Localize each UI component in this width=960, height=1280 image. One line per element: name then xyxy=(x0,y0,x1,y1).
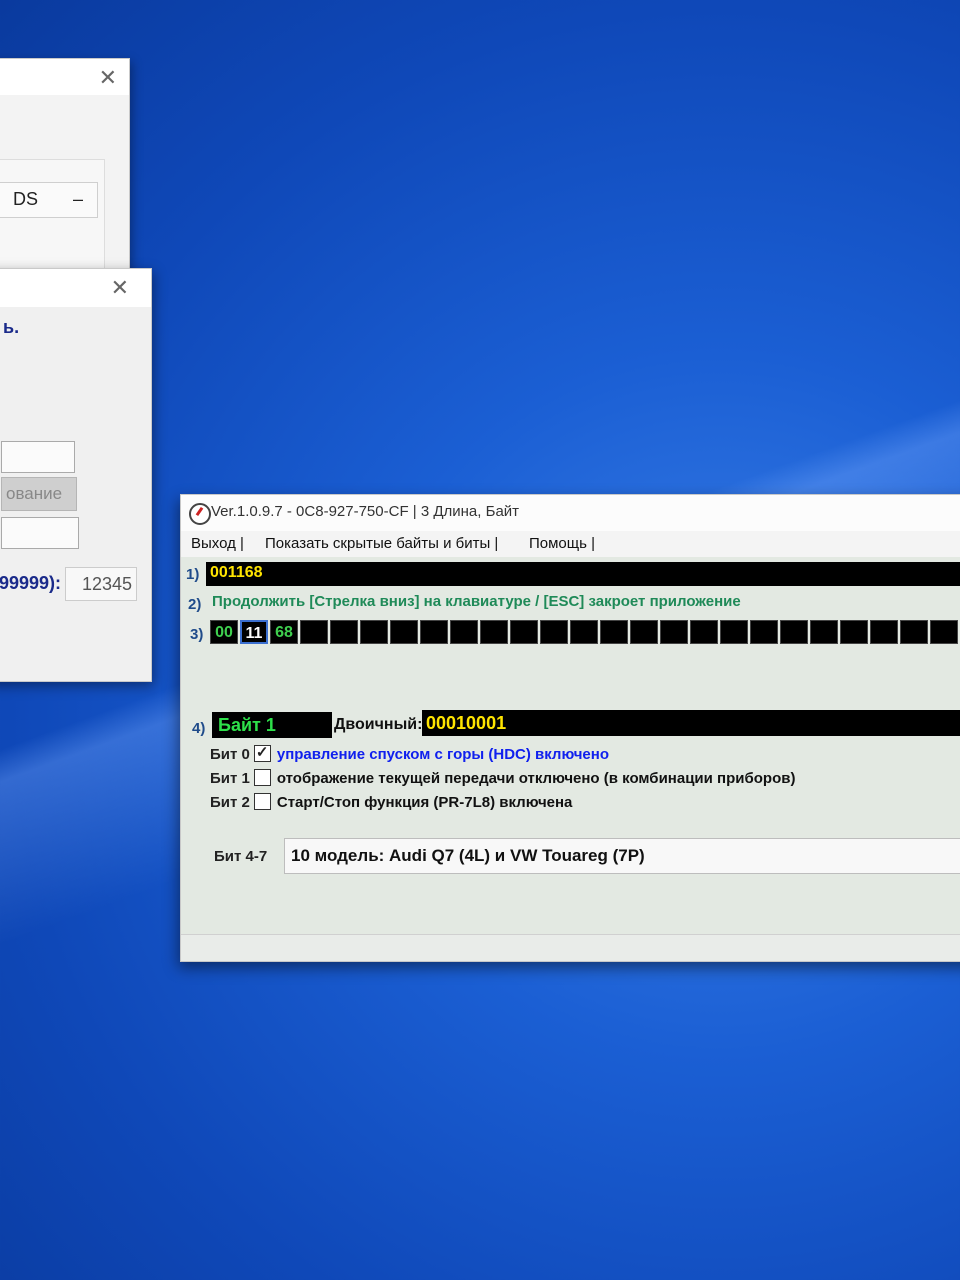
background-window-top-panel: DS – xyxy=(0,159,105,281)
byte-cell[interactable]: 00 xyxy=(210,620,238,644)
bit-4-7-select[interactable]: 10 модель: Audi Q7 (4L) и VW Touareg (7P… xyxy=(284,838,960,874)
byte-cell[interactable] xyxy=(630,620,658,644)
bit-0-checkbox[interactable] xyxy=(253,743,271,762)
byte-cell[interactable] xyxy=(930,620,958,644)
background-window-middle-titlebar: ✕ xyxy=(0,269,151,307)
bit-2-label: Бит 2 xyxy=(210,794,250,811)
range-label: 99999): xyxy=(0,573,62,593)
close-icon[interactable]: ✕ xyxy=(111,275,129,301)
bit-0-description: управление спуском с горы (HDC) включено xyxy=(276,746,609,763)
bit-2-row: Бит 2 Старт/Стоп функция (PR-7L8) включен… xyxy=(210,792,573,812)
byte-cell[interactable] xyxy=(540,620,568,644)
byte-cell[interactable] xyxy=(750,620,778,644)
background-window-middle-text: ь. xyxy=(3,317,20,337)
byte-cell[interactable] xyxy=(840,620,868,644)
main-titlebar: Ver.1.0.9.7 - 0C8-927-750-CF | 3 Длина, … xyxy=(181,495,960,531)
byte-cell[interactable] xyxy=(810,620,838,644)
row-4-number: 4) xyxy=(192,720,206,737)
window-title: Ver.1.0.9.7 - 0C8-927-750-CF | 3 Длина, … xyxy=(211,503,520,520)
background-window-top-title: ) xyxy=(0,69,1,90)
bit-4-7-value: 10 модель: Audi Q7 (4L) и VW Touareg (7P… xyxy=(291,846,645,865)
menu-exit[interactable]: Выход | xyxy=(191,535,244,552)
row-2-number: 2) xyxy=(188,596,202,613)
byte-cell[interactable] xyxy=(870,620,898,644)
background-window-top-dropdown[interactable]: DS – xyxy=(0,182,98,218)
bit-2-description: Старт/Стоп функция (PR-7L8) включена xyxy=(276,794,573,811)
bit-1-checkbox[interactable] xyxy=(253,768,271,786)
byte-cell[interactable] xyxy=(660,620,688,644)
byte-cells: 00 11 68 xyxy=(210,620,958,648)
byte-cell[interactable] xyxy=(480,620,508,644)
menu-bar: Выход | Показать скрытые байты и биты | … xyxy=(181,531,960,557)
menu-show-hidden[interactable]: Показать скрытые байты и биты | xyxy=(265,535,498,552)
minus-icon: – xyxy=(72,189,83,209)
background-window-middle-button[interactable]: ование xyxy=(1,477,77,511)
row-1-number: 1) xyxy=(186,566,200,583)
binary-label: Двоичный: xyxy=(334,716,423,733)
byte-cell[interactable]: 11 xyxy=(240,620,268,644)
byte-cell[interactable]: 68 xyxy=(270,620,298,644)
close-icon[interactable]: ✕ xyxy=(99,65,117,91)
bit-2-checkbox[interactable] xyxy=(253,792,271,810)
byte-cell[interactable] xyxy=(510,620,538,644)
byte-cell[interactable] xyxy=(900,620,928,644)
menu-help[interactable]: Помощь | xyxy=(529,535,595,552)
background-window-middle: ✕ ь. ование 99999): 12345 xyxy=(0,268,152,682)
byte-cell[interactable] xyxy=(600,620,628,644)
status-strip xyxy=(181,934,960,961)
instruction-text: Продолжить [Стрелка вниз] на клавиатуре … xyxy=(212,593,741,610)
gauge-icon xyxy=(189,503,211,525)
row-3-number: 3) xyxy=(190,626,204,643)
byte-cell[interactable] xyxy=(300,620,328,644)
bit-4-7-label: Бит 4-7 xyxy=(214,848,268,865)
row-1-value: 001168 xyxy=(210,564,263,581)
byte-cell[interactable] xyxy=(360,620,388,644)
bit-1-label: Бит 1 xyxy=(210,770,250,787)
bit-1-description: отображение текущей передачи отключено (… xyxy=(276,770,796,787)
bit-0-label: Бит 0 xyxy=(210,746,250,763)
byte-cell[interactable] xyxy=(330,620,358,644)
dropdown-value: DS xyxy=(13,189,39,209)
binary-value: 00010001 xyxy=(426,713,507,733)
value-field[interactable]: 12345 xyxy=(65,567,137,601)
byte-cell[interactable] xyxy=(780,620,808,644)
byte-cell[interactable] xyxy=(450,620,478,644)
byte-cell[interactable] xyxy=(570,620,598,644)
button-label: ование xyxy=(6,484,63,503)
byte-cell[interactable] xyxy=(390,620,418,644)
byte-label: Байт 1 xyxy=(212,712,332,738)
value-text: 12345 xyxy=(82,574,133,594)
row-1-field[interactable]: 001168 xyxy=(206,562,960,586)
byte-label-text: Байт 1 xyxy=(218,715,276,735)
background-window-top-titlebar: ) ✕ xyxy=(0,59,129,95)
byte-cell[interactable] xyxy=(720,620,748,644)
binary-field: 00010001 xyxy=(422,710,960,736)
background-window-middle-input-1[interactable] xyxy=(1,441,75,473)
byte-cell[interactable] xyxy=(690,620,718,644)
byte-cell[interactable] xyxy=(420,620,448,644)
background-window-top: ) ✕ DS – xyxy=(0,58,130,290)
bit-0-row: Бит 0 управление спуском с горы (HDC) вкл… xyxy=(210,743,609,764)
background-window-middle-input-2[interactable] xyxy=(1,517,79,549)
bit-1-row: Бит 1 отображение текущей передачи отключ… xyxy=(210,768,796,788)
